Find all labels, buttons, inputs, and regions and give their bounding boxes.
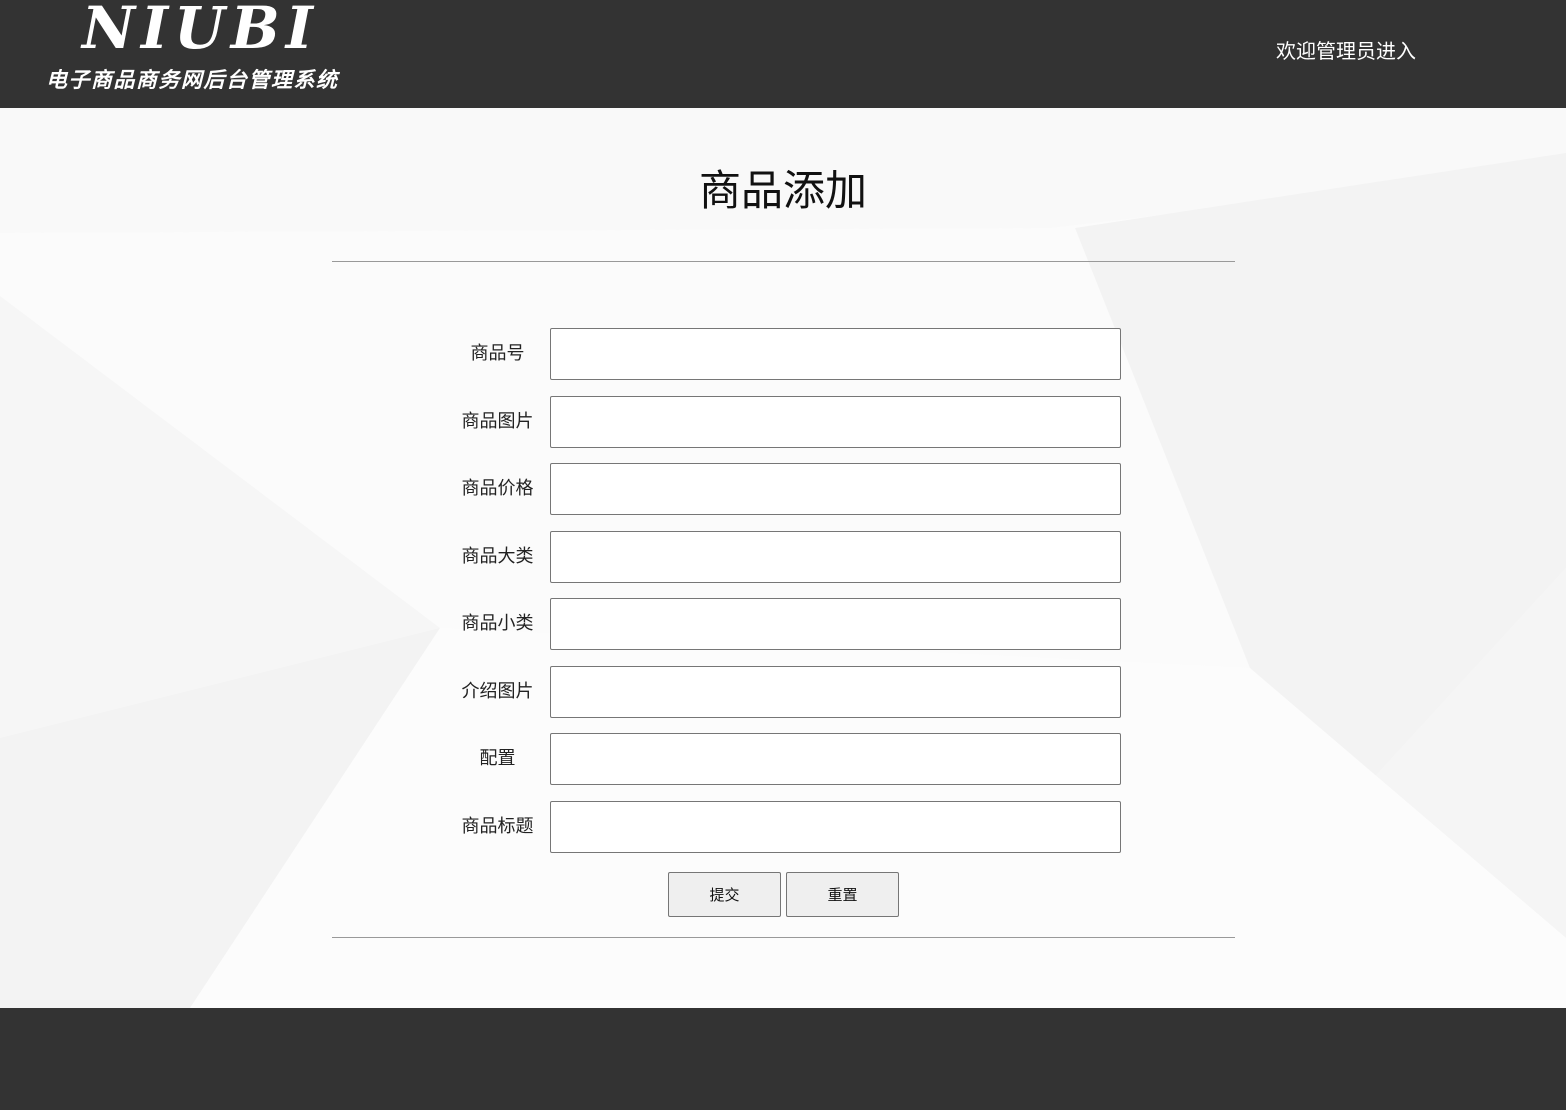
page-title: 商品添加 — [698, 166, 867, 215]
welcome-text: 欢迎管理员进入 — [1276, 39, 1416, 63]
logo-subtitle: 电子商品商务网后台管理系统 — [46, 67, 339, 92]
product-subcategory-input[interactable] — [550, 598, 1121, 650]
submit-button[interactable]: 提交 — [668, 872, 781, 917]
product-image-label: 商品图片 — [461, 411, 534, 432]
product-price-input[interactable] — [550, 463, 1121, 515]
product-title-label: 商品标题 — [461, 816, 534, 837]
product-category-input[interactable] — [550, 531, 1121, 583]
form-row-configuration: 配置 — [0, 733, 1566, 785]
form-row-product-image: 商品图片 — [0, 396, 1566, 448]
logo-title: NIUBI — [82, 0, 319, 62]
configuration-input[interactable] — [550, 733, 1121, 785]
product-category-label: 商品大类 — [461, 546, 534, 567]
divider-top — [332, 261, 1235, 262]
product-price-label: 商品价格 — [461, 478, 534, 499]
form-row-product-category: 商品大类 — [0, 531, 1566, 583]
product-id-label: 商品号 — [470, 343, 525, 364]
logo: NIUBI 电子商品商务网后台管理系统 — [46, 0, 346, 100]
intro-image-label: 介绍图片 — [461, 681, 534, 702]
header-bar: NIUBI 电子商品商务网后台管理系统 欢迎管理员进入 — [0, 0, 1566, 108]
form-row-product-title: 商品标题 — [0, 801, 1566, 853]
product-subcategory-label: 商品小类 — [461, 613, 534, 634]
product-image-input[interactable] — [550, 396, 1121, 448]
configuration-label: 配置 — [479, 748, 516, 769]
form-row-intro-image: 介绍图片 — [0, 666, 1566, 718]
divider-bottom — [332, 937, 1235, 938]
product-id-input[interactable] — [550, 328, 1121, 380]
form-row-product-subcategory: 商品小类 — [0, 598, 1566, 650]
main-content: 商品添加 商品号 商品图片 商品价格 商品大类 商品小类 介绍图片 配置 商品标… — [0, 108, 1566, 1008]
product-title-input[interactable] — [550, 801, 1121, 853]
reset-button[interactable]: 重置 — [786, 872, 899, 917]
form-row-product-price: 商品价格 — [0, 463, 1566, 515]
form-row-product-id: 商品号 — [0, 328, 1566, 380]
footer-bar — [0, 1008, 1566, 1110]
intro-image-input[interactable] — [550, 666, 1121, 718]
